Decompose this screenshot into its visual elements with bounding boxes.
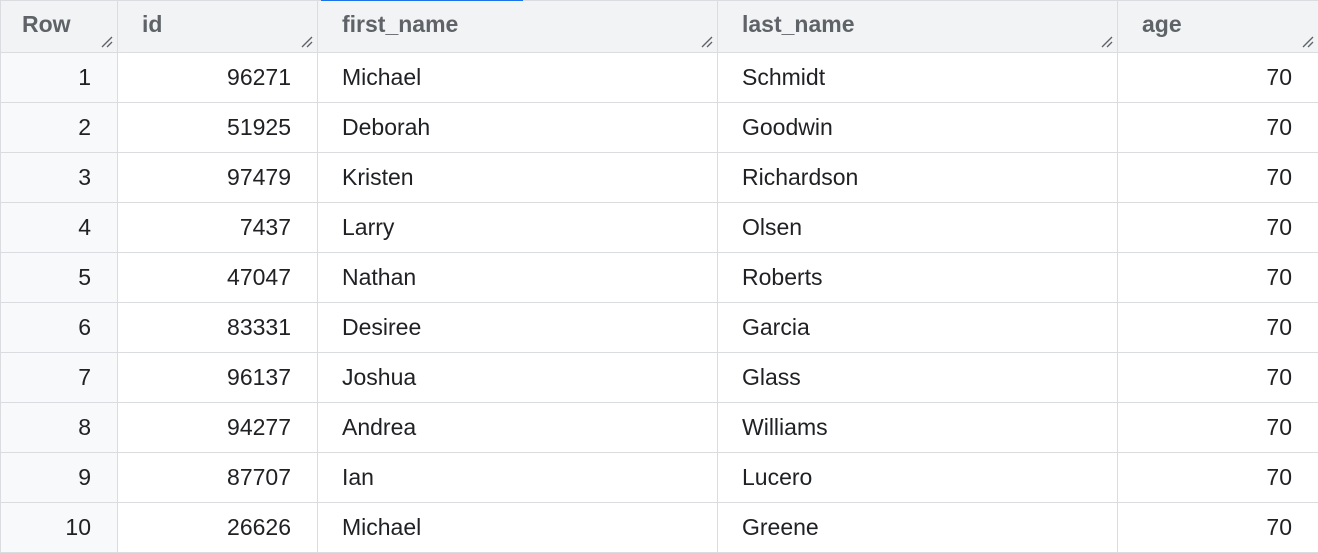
row-number-cell: 3 [0, 152, 118, 203]
age-cell[interactable]: 70 [1117, 302, 1318, 353]
last-name-cell[interactable]: Glass [717, 352, 1118, 403]
age-cell[interactable]: 70 [1117, 402, 1318, 453]
table-row[interactable]: 3 97479 Kristen Richardson 70 [0, 152, 1318, 203]
first-name-cell[interactable]: Nathan [317, 252, 718, 303]
first-name-cell[interactable]: Deborah [317, 102, 718, 153]
row-number-cell: 1 [0, 52, 118, 103]
table-row[interactable]: 9 87707 Ian Lucero 70 [0, 452, 1318, 503]
column-header-row[interactable]: Row [0, 0, 118, 53]
last-name-cell[interactable]: Garcia [717, 302, 1118, 353]
column-header-last-name[interactable]: last_name [717, 0, 1118, 53]
first-name-cell[interactable]: Ian [317, 452, 718, 503]
row-number-cell: 2 [0, 102, 118, 153]
column-resize-icon[interactable] [301, 36, 313, 48]
id-cell[interactable]: 47047 [117, 252, 318, 303]
last-name-cell[interactable]: Roberts [717, 252, 1118, 303]
first-name-cell[interactable]: Larry [317, 202, 718, 253]
table-body: 1 96271 Michael Schmidt 70 2 51925 Debor… [0, 52, 1318, 553]
age-cell[interactable]: 70 [1117, 102, 1318, 153]
first-name-cell[interactable]: Kristen [317, 152, 718, 203]
last-name-cell[interactable]: Williams [717, 402, 1118, 453]
column-resize-icon[interactable] [101, 36, 113, 48]
age-cell[interactable]: 70 [1117, 152, 1318, 203]
column-resize-icon[interactable] [1101, 36, 1113, 48]
age-cell[interactable]: 70 [1117, 452, 1318, 503]
header-row: Row id first_name last_name age [0, 0, 1318, 53]
row-number-cell: 6 [0, 302, 118, 353]
table-row[interactable]: 10 26626 Michael Greene 70 [0, 502, 1318, 553]
row-number-cell: 9 [0, 452, 118, 503]
last-name-cell[interactable]: Greene [717, 502, 1118, 553]
id-cell[interactable]: 96271 [117, 52, 318, 103]
last-name-cell[interactable]: Goodwin [717, 102, 1118, 153]
first-name-cell[interactable]: Michael [317, 52, 718, 103]
column-header-id[interactable]: id [117, 0, 318, 53]
age-cell[interactable]: 70 [1117, 252, 1318, 303]
id-cell[interactable]: 96137 [117, 352, 318, 403]
column-header-label: first_name [342, 11, 459, 37]
table-row[interactable]: 4 7437 Larry Olsen 70 [0, 202, 1318, 253]
column-header-age[interactable]: age [1117, 0, 1318, 53]
age-cell[interactable]: 70 [1117, 52, 1318, 103]
age-cell[interactable]: 70 [1117, 352, 1318, 403]
table-row[interactable]: 5 47047 Nathan Roberts 70 [0, 252, 1318, 303]
last-name-cell[interactable]: Schmidt [717, 52, 1118, 103]
age-cell[interactable]: 70 [1117, 502, 1318, 553]
last-name-cell[interactable]: Richardson [717, 152, 1118, 203]
first-name-cell[interactable]: Michael [317, 502, 718, 553]
column-resize-icon[interactable] [701, 36, 713, 48]
row-number-cell: 7 [0, 352, 118, 403]
column-header-label: Row [22, 11, 71, 37]
results-table: Row id first_name last_name age 1 96271 … [0, 0, 1318, 553]
id-cell[interactable]: 51925 [117, 102, 318, 153]
row-number-cell: 10 [0, 502, 118, 553]
first-name-cell[interactable]: Joshua [317, 352, 718, 403]
id-cell[interactable]: 94277 [117, 402, 318, 453]
column-header-first-name[interactable]: first_name [317, 0, 718, 53]
column-header-label: id [142, 11, 163, 37]
id-cell[interactable]: 97479 [117, 152, 318, 203]
last-name-cell[interactable]: Lucero [717, 452, 1118, 503]
table-row[interactable]: 2 51925 Deborah Goodwin 70 [0, 102, 1318, 153]
row-number-cell: 8 [0, 402, 118, 453]
results-grid: Row id first_name last_name age 1 96271 … [0, 0, 1318, 553]
first-name-cell[interactable]: Desiree [317, 302, 718, 353]
id-cell[interactable]: 26626 [117, 502, 318, 553]
table-row[interactable]: 6 83331 Desiree Garcia 70 [0, 302, 1318, 353]
age-cell[interactable]: 70 [1117, 202, 1318, 253]
column-header-label: age [1142, 11, 1182, 37]
id-cell[interactable]: 83331 [117, 302, 318, 353]
id-cell[interactable]: 7437 [117, 202, 318, 253]
row-number-cell: 4 [0, 202, 118, 253]
table-row[interactable]: 7 96137 Joshua Glass 70 [0, 352, 1318, 403]
last-name-cell[interactable]: Olsen [717, 202, 1118, 253]
first-name-cell[interactable]: Andrea [317, 402, 718, 453]
table-row[interactable]: 8 94277 Andrea Williams 70 [0, 402, 1318, 453]
table-row[interactable]: 1 96271 Michael Schmidt 70 [0, 52, 1318, 103]
row-number-cell: 5 [0, 252, 118, 303]
id-cell[interactable]: 87707 [117, 452, 318, 503]
column-resize-icon[interactable] [1302, 36, 1314, 48]
column-header-label: last_name [742, 11, 855, 37]
